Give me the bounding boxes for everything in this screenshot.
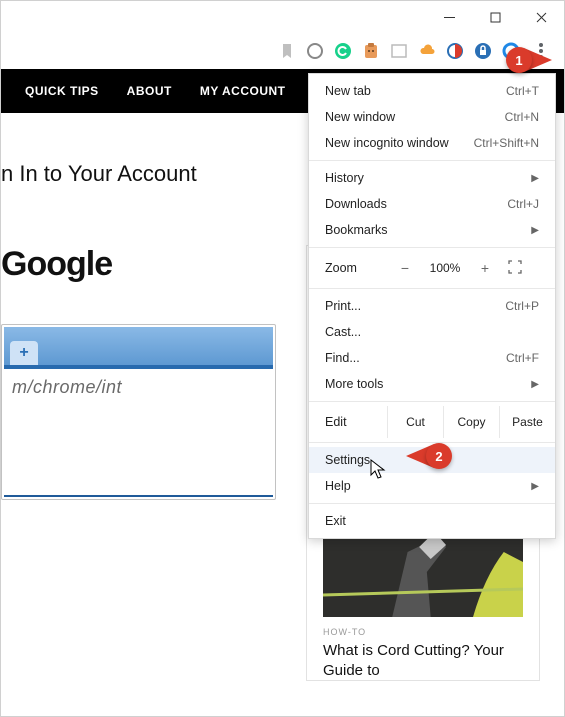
- zoom-in-button[interactable]: +: [469, 260, 501, 276]
- thumbnail-url-text: m/chrome/int: [4, 369, 273, 405]
- menu-zoom-row: Zoom − 100% +: [309, 252, 555, 284]
- cursor-icon: [370, 459, 386, 486]
- chrome-menu: New tabCtrl+T New windowCtrl+N New incog…: [308, 73, 556, 539]
- menu-bookmarks[interactable]: Bookmarks▶: [309, 217, 555, 243]
- toolbar: [1, 33, 564, 69]
- annotation-callout-1: 1: [506, 47, 552, 73]
- zoom-value: 100%: [421, 261, 469, 275]
- menu-new-window[interactable]: New windowCtrl+N: [309, 104, 555, 130]
- plus-icon: +: [10, 341, 38, 365]
- menu-history[interactable]: History▶: [309, 165, 555, 191]
- menu-help[interactable]: Help▶: [309, 473, 555, 499]
- article-heading-google: Google: [1, 245, 276, 284]
- menu-more-tools[interactable]: More tools▶: [309, 371, 555, 397]
- menu-print[interactable]: Print...Ctrl+P: [309, 293, 555, 319]
- edit-copy-button[interactable]: Copy: [443, 406, 499, 438]
- chevron-right-icon: ▶: [531, 225, 539, 236]
- window-close-button[interactable]: [518, 1, 564, 33]
- menu-cast[interactable]: Cast...: [309, 319, 555, 345]
- menu-edit-row: Edit Cut Copy Paste: [309, 406, 555, 438]
- article-category: HOW-TO: [323, 627, 523, 637]
- extension-icon-lock[interactable]: [474, 42, 492, 60]
- article-thumbnail[interactable]: + m/chrome/int: [1, 324, 276, 500]
- zoom-out-button[interactable]: −: [389, 260, 421, 276]
- annotation-number: 2: [426, 443, 452, 469]
- zoom-label: Zoom: [325, 261, 389, 275]
- menu-new-tab[interactable]: New tabCtrl+T: [309, 78, 555, 104]
- fullscreen-button[interactable]: [501, 260, 529, 277]
- edit-paste-button[interactable]: Paste: [499, 406, 555, 438]
- chevron-right-icon: ▶: [531, 173, 539, 184]
- extension-icon-cloud[interactable]: [418, 42, 436, 60]
- chevron-right-icon: ▶: [531, 379, 539, 390]
- extension-icon-colored[interactable]: [446, 42, 464, 60]
- menu-new-incognito[interactable]: New incognito windowCtrl+Shift+N: [309, 130, 555, 156]
- window-maximize-button[interactable]: [472, 1, 518, 33]
- extension-icon-sheet[interactable]: [390, 42, 408, 60]
- menu-find[interactable]: Find...Ctrl+F: [309, 345, 555, 371]
- menu-downloads[interactable]: DownloadsCtrl+J: [309, 191, 555, 217]
- extension-icon-bookmark[interactable]: [278, 42, 296, 60]
- nav-my-account[interactable]: MY ACCOUNT: [200, 84, 286, 98]
- extension-icon-grammarly[interactable]: [334, 42, 352, 60]
- menu-exit[interactable]: Exit: [309, 508, 555, 534]
- extension-icon-clipboard[interactable]: [362, 42, 380, 60]
- nav-about[interactable]: ABOUT: [127, 84, 172, 98]
- annotation-callout-2: 2: [406, 443, 452, 469]
- annotation-number: 1: [506, 47, 532, 73]
- window-minimize-button[interactable]: [426, 1, 472, 33]
- nav-quick-tips[interactable]: QUICK TIPS: [25, 84, 99, 98]
- article-title-link[interactable]: What is Cord Cutting? Your Guide to: [323, 641, 523, 680]
- chevron-right-icon: ▶: [531, 481, 539, 492]
- extension-icon-circle[interactable]: [306, 42, 324, 60]
- edit-cut-button[interactable]: Cut: [387, 406, 443, 438]
- edit-label: Edit: [309, 415, 387, 429]
